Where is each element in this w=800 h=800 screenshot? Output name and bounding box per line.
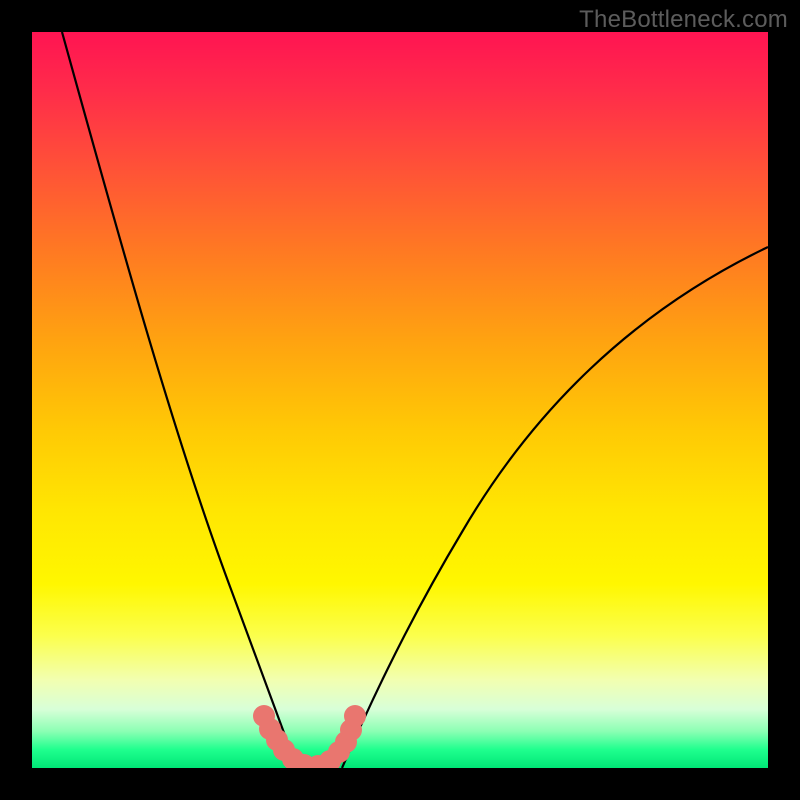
watermark-text: TheBottleneck.com — [579, 6, 788, 34]
marker-dot — [344, 705, 366, 727]
chart-frame: TheBottleneck.com — [0, 0, 800, 800]
right-curve — [342, 247, 768, 768]
marker-group — [253, 705, 366, 768]
left-curve — [62, 32, 297, 768]
curves-svg — [32, 32, 768, 768]
plot-area — [32, 32, 768, 768]
